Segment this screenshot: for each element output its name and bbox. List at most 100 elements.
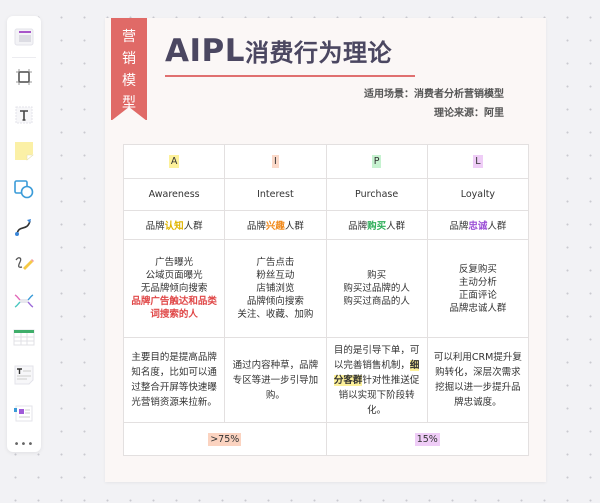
- stage-letter: A: [168, 155, 180, 168]
- behavior-item: 品牌忠诚人群: [449, 302, 507, 314]
- stage-letter: P: [371, 155, 382, 168]
- page-title: AIPL消费行为理论: [165, 33, 392, 69]
- left-toolbar: •••: [7, 16, 41, 452]
- category-ribbon: 营 销 模 型: [111, 18, 147, 121]
- behavior-item: 品牌倾向搜索: [246, 296, 304, 307]
- behavior-item: 无品牌倾向搜索: [140, 283, 208, 294]
- behavior-item: 购买过品牌的人: [343, 283, 410, 294]
- audience-keyword: 兴趣: [265, 221, 285, 232]
- audience-prefix: 品牌: [145, 221, 165, 232]
- audience-cell: 品牌购买人群: [325, 210, 428, 240]
- behavior-item: 购买: [367, 270, 387, 281]
- stage-letter: I: [271, 155, 279, 168]
- scenario-text: 适用场景：消费者分析营销模型: [364, 89, 504, 100]
- strategy-cell: 主要目的是提高品牌知名度，比如可以通过整合开屏等快速曝光营销资源来拉新。: [122, 337, 226, 423]
- shapes-icon: [14, 180, 34, 199]
- audience-prefix: 品牌: [449, 221, 469, 232]
- crop-frame-icon: [16, 69, 32, 85]
- behavior-item: 购买过商品的人: [343, 296, 410, 307]
- sticky-note-icon: [15, 142, 34, 161]
- ribbon-char: 模: [122, 73, 136, 89]
- audience-prefix: 品牌: [348, 221, 368, 232]
- behavior-item: 反复购买: [458, 263, 497, 275]
- strategy-row: 主要目的是提高品牌知名度，比如可以通过整合开屏等快速曝光营销资源来拉新。 通过内…: [122, 337, 530, 423]
- behavior-item: 广告点击: [256, 257, 295, 268]
- mind-map-icon: [14, 294, 34, 308]
- connector-icon: [15, 219, 31, 236]
- audience-keyword: 认知: [164, 221, 184, 232]
- table-icon: [13, 329, 35, 346]
- audience-suffix: 人群: [487, 221, 507, 232]
- title-underline: [165, 75, 415, 77]
- percentage-cell: >75%: [123, 422, 327, 456]
- behavior-item: 公域页面曝光: [145, 270, 203, 281]
- audience-cell: 品牌认知人群: [122, 210, 226, 240]
- stage-name: Purchase: [325, 178, 428, 211]
- template-cards-icon: [14, 405, 33, 422]
- behavior-cell: 广告点击粉丝互动店铺浏览品牌倾向搜索 关注、收藏、加购: [224, 239, 327, 338]
- text-document-tool[interactable]: [11, 362, 37, 388]
- audience-cell: 品牌忠诚人群: [426, 210, 530, 240]
- more-tools-button[interactable]: •••: [11, 436, 37, 452]
- more-icon: •••: [13, 438, 35, 450]
- behavior-item: 主动分析: [458, 276, 497, 288]
- ribbon-char: 销: [122, 51, 136, 67]
- pen-icon: [15, 257, 34, 270]
- title-en: AIPL: [165, 33, 245, 69]
- toolbar-divider: [12, 57, 36, 58]
- ribbon-char: 营: [122, 29, 136, 45]
- percentage-value: >75%: [208, 432, 242, 446]
- letter-cell: A: [122, 144, 226, 179]
- table-tool[interactable]: [11, 324, 37, 350]
- percentage-value: 15%: [414, 432, 440, 446]
- audience-cell: 品牌兴趣人群: [224, 210, 327, 240]
- behavior-item: 广告曝光: [155, 257, 194, 268]
- stage-name-row: Awareness Interest Purchase Loyalty: [122, 178, 530, 211]
- letter-row: A I P L: [122, 144, 530, 179]
- mind-map-tool[interactable]: [11, 288, 37, 314]
- connector-tool[interactable]: [11, 214, 37, 240]
- stage-name: Loyalty: [426, 178, 530, 211]
- audience-suffix: 人群: [183, 221, 203, 232]
- audience-row: 品牌认知人群 品牌兴趣人群 品牌购买人群 品牌忠诚人群: [122, 210, 530, 240]
- aipl-table: A I P L Awareness Interest Purchase Loya…: [122, 144, 530, 456]
- letter-cell: P: [325, 144, 428, 179]
- frame-template-tool[interactable]: [11, 24, 37, 50]
- audience-keyword: 忠诚: [468, 221, 488, 232]
- template-cards-tool[interactable]: [11, 400, 37, 426]
- audience-suffix: 人群: [284, 221, 304, 232]
- text-document-icon: [14, 365, 34, 385]
- behavior-item: 店铺浏览: [256, 283, 295, 294]
- aipl-model-card[interactable]: 营 销 模 型 AIPL消费行为理论 适用场景：消费者分析营销模型 理论来源：阿…: [105, 18, 546, 482]
- behavior-row: 广告曝光公域页面曝光 无品牌倾向搜索 品牌广告触达和品类 词搜索的人 广告点击粉丝互动…: [122, 239, 530, 338]
- shape-tool[interactable]: [11, 176, 37, 202]
- frame-template-icon: [14, 28, 34, 46]
- stage-name: Awareness: [122, 178, 226, 211]
- letter-cell: I: [224, 144, 327, 179]
- frame-tool[interactable]: [11, 64, 37, 90]
- behavior-item: 关注、收藏、加购: [237, 309, 314, 320]
- audience-prefix: 品牌: [246, 221, 266, 232]
- percentage-row: >75% 15%: [123, 422, 529, 456]
- audience-keyword: 购买: [367, 221, 387, 232]
- stage-letter: L: [473, 155, 483, 168]
- strategy-cell: 可以利用CRM提升复购转化，深层次需求挖掘以进一步提升品牌忠诚度。: [426, 337, 530, 423]
- text-box-icon: [15, 106, 33, 124]
- behavior-cell: 反复购买 主动分析 正面评论 品牌忠诚人群: [426, 239, 530, 338]
- behavior-item: 正面评论: [458, 289, 497, 301]
- sticky-note-tool[interactable]: [11, 138, 37, 164]
- behavior-item-highlight: 词搜索的人: [150, 309, 198, 320]
- behavior-item-highlight: 品牌广告触达和品类: [131, 296, 217, 307]
- strategy-cell: 目的是引导下单，可以完善销售机制，细分客群针对性推送促销以实现下阶段转化。: [325, 337, 428, 423]
- title-cn: 消费行为理论: [245, 39, 392, 67]
- pen-tool[interactable]: [11, 250, 37, 276]
- letter-cell: L: [426, 144, 530, 179]
- audience-suffix: 人群: [386, 221, 406, 232]
- stage-name: Interest: [224, 178, 327, 211]
- behavior-cell: 购买购买过品牌的人 购买过商品的人: [325, 239, 428, 338]
- strategy-text: 目的是引导下单，可以完善销售机制，: [333, 344, 420, 371]
- ribbon-char: 型: [122, 95, 136, 111]
- text-tool[interactable]: [11, 102, 37, 128]
- behavior-item: 粉丝互动: [256, 270, 295, 281]
- percentage-cell: 15%: [325, 422, 529, 456]
